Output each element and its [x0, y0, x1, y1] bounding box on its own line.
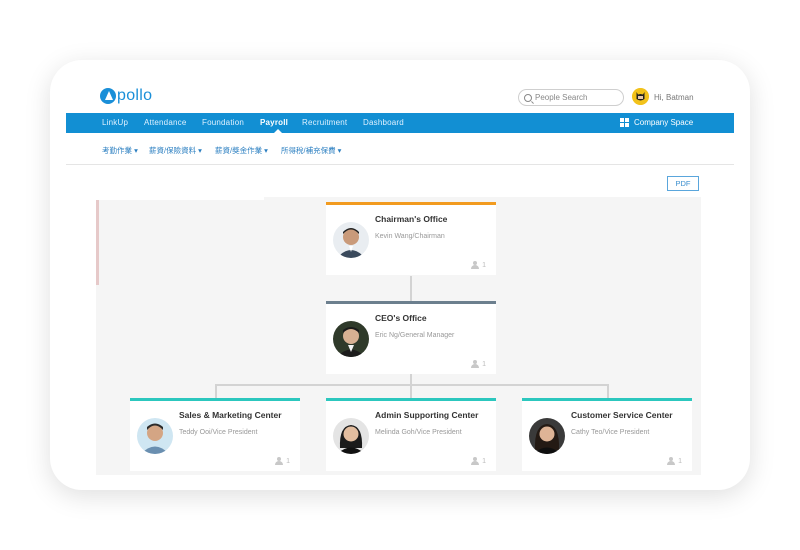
subnav-income-tax[interactable]: 所得稅/補充保費 ▾	[281, 145, 341, 156]
apollo-logo[interactable]: pollo	[100, 85, 152, 107]
person-icon	[275, 457, 284, 465]
top-bar: pollo Hi, Batman	[50, 60, 750, 113]
divider	[66, 164, 734, 165]
subnav-salary-bonus[interactable]: 薪資/獎金作業 ▾	[215, 145, 268, 156]
search-input[interactable]	[535, 93, 615, 102]
main-nav: LinkUp Attendance Foundation Payroll Rec…	[66, 113, 734, 133]
member-count: 1	[667, 457, 682, 465]
org-node-ceo[interactable]: CEO's Office Eric Ng/General Manager 1	[326, 301, 496, 374]
app-window: pollo Hi, Batman LinkUp Attendance Found…	[50, 60, 750, 490]
search-icon	[524, 93, 532, 102]
count-value: 1	[482, 360, 486, 368]
nav-item-linkup[interactable]: LinkUp	[102, 118, 128, 127]
connector-line	[607, 384, 609, 398]
person-icon	[667, 457, 676, 465]
avatar	[333, 321, 369, 357]
node-subtitle: Melinda Goh/Vice President	[375, 429, 462, 436]
nav-item-dashboard[interactable]: Dashboard	[363, 118, 404, 127]
org-chart-canvas[interactable]: Chairman's Office Kevin Wang/Chairman 1 …	[96, 197, 701, 475]
scroll-indicator	[96, 200, 99, 285]
avatar	[137, 418, 173, 454]
connector-line	[410, 384, 412, 398]
nav-item-foundation[interactable]: Foundation	[202, 118, 244, 127]
node-title: Admin Supporting Center	[375, 410, 479, 420]
count-value: 1	[482, 261, 486, 269]
member-count: 1	[471, 261, 486, 269]
org-node-sales-marketing[interactable]: Sales & Marketing Center Teddy Ooi/Vice …	[130, 398, 300, 471]
nav-item-attendance[interactable]: Attendance	[144, 118, 186, 127]
logo-text: pollo	[117, 87, 153, 104]
avatar	[529, 418, 565, 454]
member-count: 1	[275, 457, 290, 465]
connector-line	[215, 384, 609, 386]
user-avatar[interactable]	[632, 88, 649, 105]
member-count: 1	[471, 457, 486, 465]
subnav-salary-insurance[interactable]: 薪資/保險資料 ▾	[149, 145, 202, 156]
logo-mark-icon	[100, 88, 116, 104]
avatar	[333, 222, 369, 258]
company-space-link[interactable]: Company Space	[634, 118, 693, 127]
user-greeting: Hi, Batman	[654, 93, 694, 102]
node-subtitle: Eric Ng/General Manager	[375, 332, 455, 339]
connector-line	[215, 384, 217, 398]
org-node-admin-supporting[interactable]: Admin Supporting Center Melinda Goh/Vice…	[326, 398, 496, 471]
person-icon	[471, 360, 480, 368]
org-node-customer-service[interactable]: Customer Service Center Cathy Teo/Vice P…	[522, 398, 692, 471]
count-value: 1	[286, 457, 290, 465]
node-title: CEO's Office	[375, 313, 427, 323]
node-subtitle: Kevin Wang/Chairman	[375, 233, 445, 240]
node-subtitle: Teddy Ooi/Vice President	[179, 429, 258, 436]
active-tab-caret-icon	[274, 129, 282, 133]
batman-avatar-icon	[632, 88, 649, 105]
node-title: Sales & Marketing Center	[179, 410, 282, 420]
avatar	[333, 418, 369, 454]
person-icon	[471, 457, 480, 465]
pdf-button[interactable]: PDF	[667, 176, 699, 191]
nav-item-recruitment[interactable]: Recruitment	[302, 118, 347, 127]
node-subtitle: Cathy Teo/Vice President	[571, 429, 650, 436]
count-value: 1	[678, 457, 682, 465]
member-count: 1	[471, 360, 486, 368]
grid-icon	[620, 118, 629, 127]
node-title: Customer Service Center	[571, 410, 673, 420]
node-title: Chairman's Office	[375, 214, 448, 224]
canvas-edge	[96, 197, 264, 200]
people-search[interactable]	[518, 89, 624, 106]
org-node-chairman[interactable]: Chairman's Office Kevin Wang/Chairman 1	[326, 202, 496, 275]
subnav-attendance-ops[interactable]: 考勤作業 ▾	[102, 145, 138, 156]
connector-line	[410, 276, 412, 301]
count-value: 1	[482, 457, 486, 465]
nav-item-payroll[interactable]: Payroll	[260, 118, 288, 127]
person-icon	[471, 261, 480, 269]
